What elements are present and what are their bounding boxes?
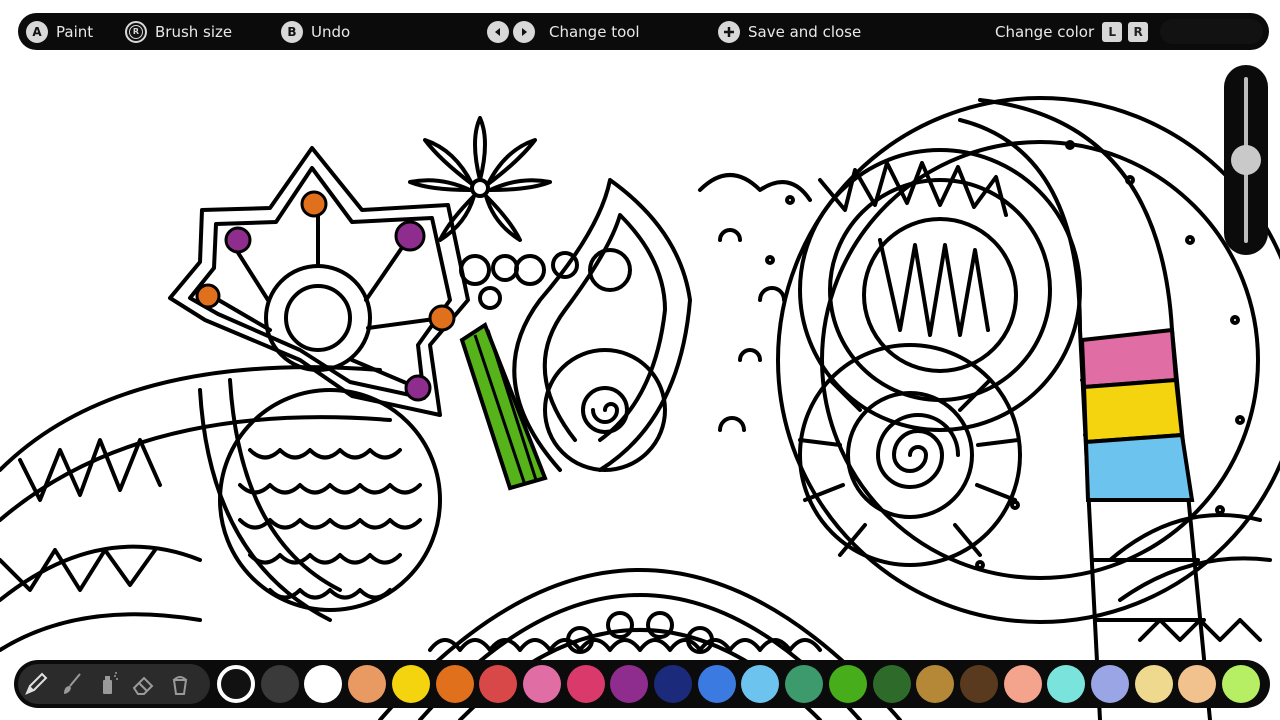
save-close-hint[interactable]: Save and close xyxy=(718,13,861,50)
color-swatch[interactable] xyxy=(654,665,692,703)
undo-label: Undo xyxy=(311,22,351,41)
tube-color-bands xyxy=(1079,327,1195,502)
color-swatch[interactable] xyxy=(1003,665,1042,703)
r-stick-icon: R xyxy=(125,20,147,43)
palette-bar xyxy=(14,660,1270,708)
change-color-label: Change color xyxy=(995,22,1095,41)
color-swatch[interactable] xyxy=(435,665,474,703)
color-swatch[interactable] xyxy=(610,665,649,703)
color-swatch[interactable] xyxy=(741,665,780,703)
coloring-canvas[interactable] xyxy=(0,0,1280,720)
right-arrow-icon xyxy=(513,20,535,43)
color-swatch[interactable] xyxy=(1047,665,1086,703)
save-close-label: Save and close xyxy=(748,22,862,41)
controls-hint-bar: A Paint R Brush size B Undo Change tool … xyxy=(18,13,1269,50)
color-swatch[interactable] xyxy=(479,665,518,703)
color-swatch[interactable] xyxy=(522,665,561,703)
color-swatch[interactable] xyxy=(1091,665,1129,703)
change-tool-hint[interactable]: Change tool xyxy=(487,13,640,50)
l-key-icon: L xyxy=(1102,21,1123,42)
b-button-icon: B xyxy=(281,20,303,43)
a-button-icon: A xyxy=(26,20,48,43)
color-swatch[interactable] xyxy=(959,665,998,703)
pencil-icon[interactable] xyxy=(18,666,54,702)
color-swatch[interactable] xyxy=(828,665,867,703)
color-swatch[interactable] xyxy=(566,665,605,703)
undo-hint[interactable]: B Undo xyxy=(281,13,350,50)
eraser-icon[interactable] xyxy=(126,666,162,702)
change-color-hint[interactable]: Change color L R xyxy=(995,13,1149,50)
color-swatch[interactable] xyxy=(697,665,736,703)
color-swatch[interactable] xyxy=(348,665,387,703)
color-swatch[interactable] xyxy=(872,665,911,703)
change-tool-label: Change tool xyxy=(549,22,640,41)
color-swatch[interactable] xyxy=(217,665,255,703)
color-swatch[interactable] xyxy=(1134,665,1173,703)
brush-icon[interactable] xyxy=(54,666,90,702)
color-swatch[interactable] xyxy=(260,665,299,703)
brush-size-label: Brush size xyxy=(155,22,233,41)
color-swatch[interactable] xyxy=(1222,665,1261,703)
brush-size-hint[interactable]: R Brush size xyxy=(125,13,232,50)
plus-icon xyxy=(718,20,740,43)
color-swatch[interactable] xyxy=(304,665,343,703)
current-color-preview xyxy=(1160,19,1263,44)
color-swatch[interactable] xyxy=(391,665,430,703)
color-swatch[interactable] xyxy=(916,665,955,703)
r-key-icon: R xyxy=(1128,21,1149,42)
paint-label: Paint xyxy=(56,22,94,41)
brush-size-slider[interactable] xyxy=(1224,65,1268,255)
slider-knob[interactable] xyxy=(1231,145,1261,175)
left-arrow-icon xyxy=(487,20,509,43)
color-swatch[interactable] xyxy=(785,665,824,703)
spray-icon[interactable] xyxy=(90,666,126,702)
bucket-icon[interactable] xyxy=(162,666,198,702)
tool-selector xyxy=(18,664,210,704)
paint-hint[interactable]: A Paint xyxy=(26,13,93,50)
color-swatch[interactable] xyxy=(1178,665,1217,703)
